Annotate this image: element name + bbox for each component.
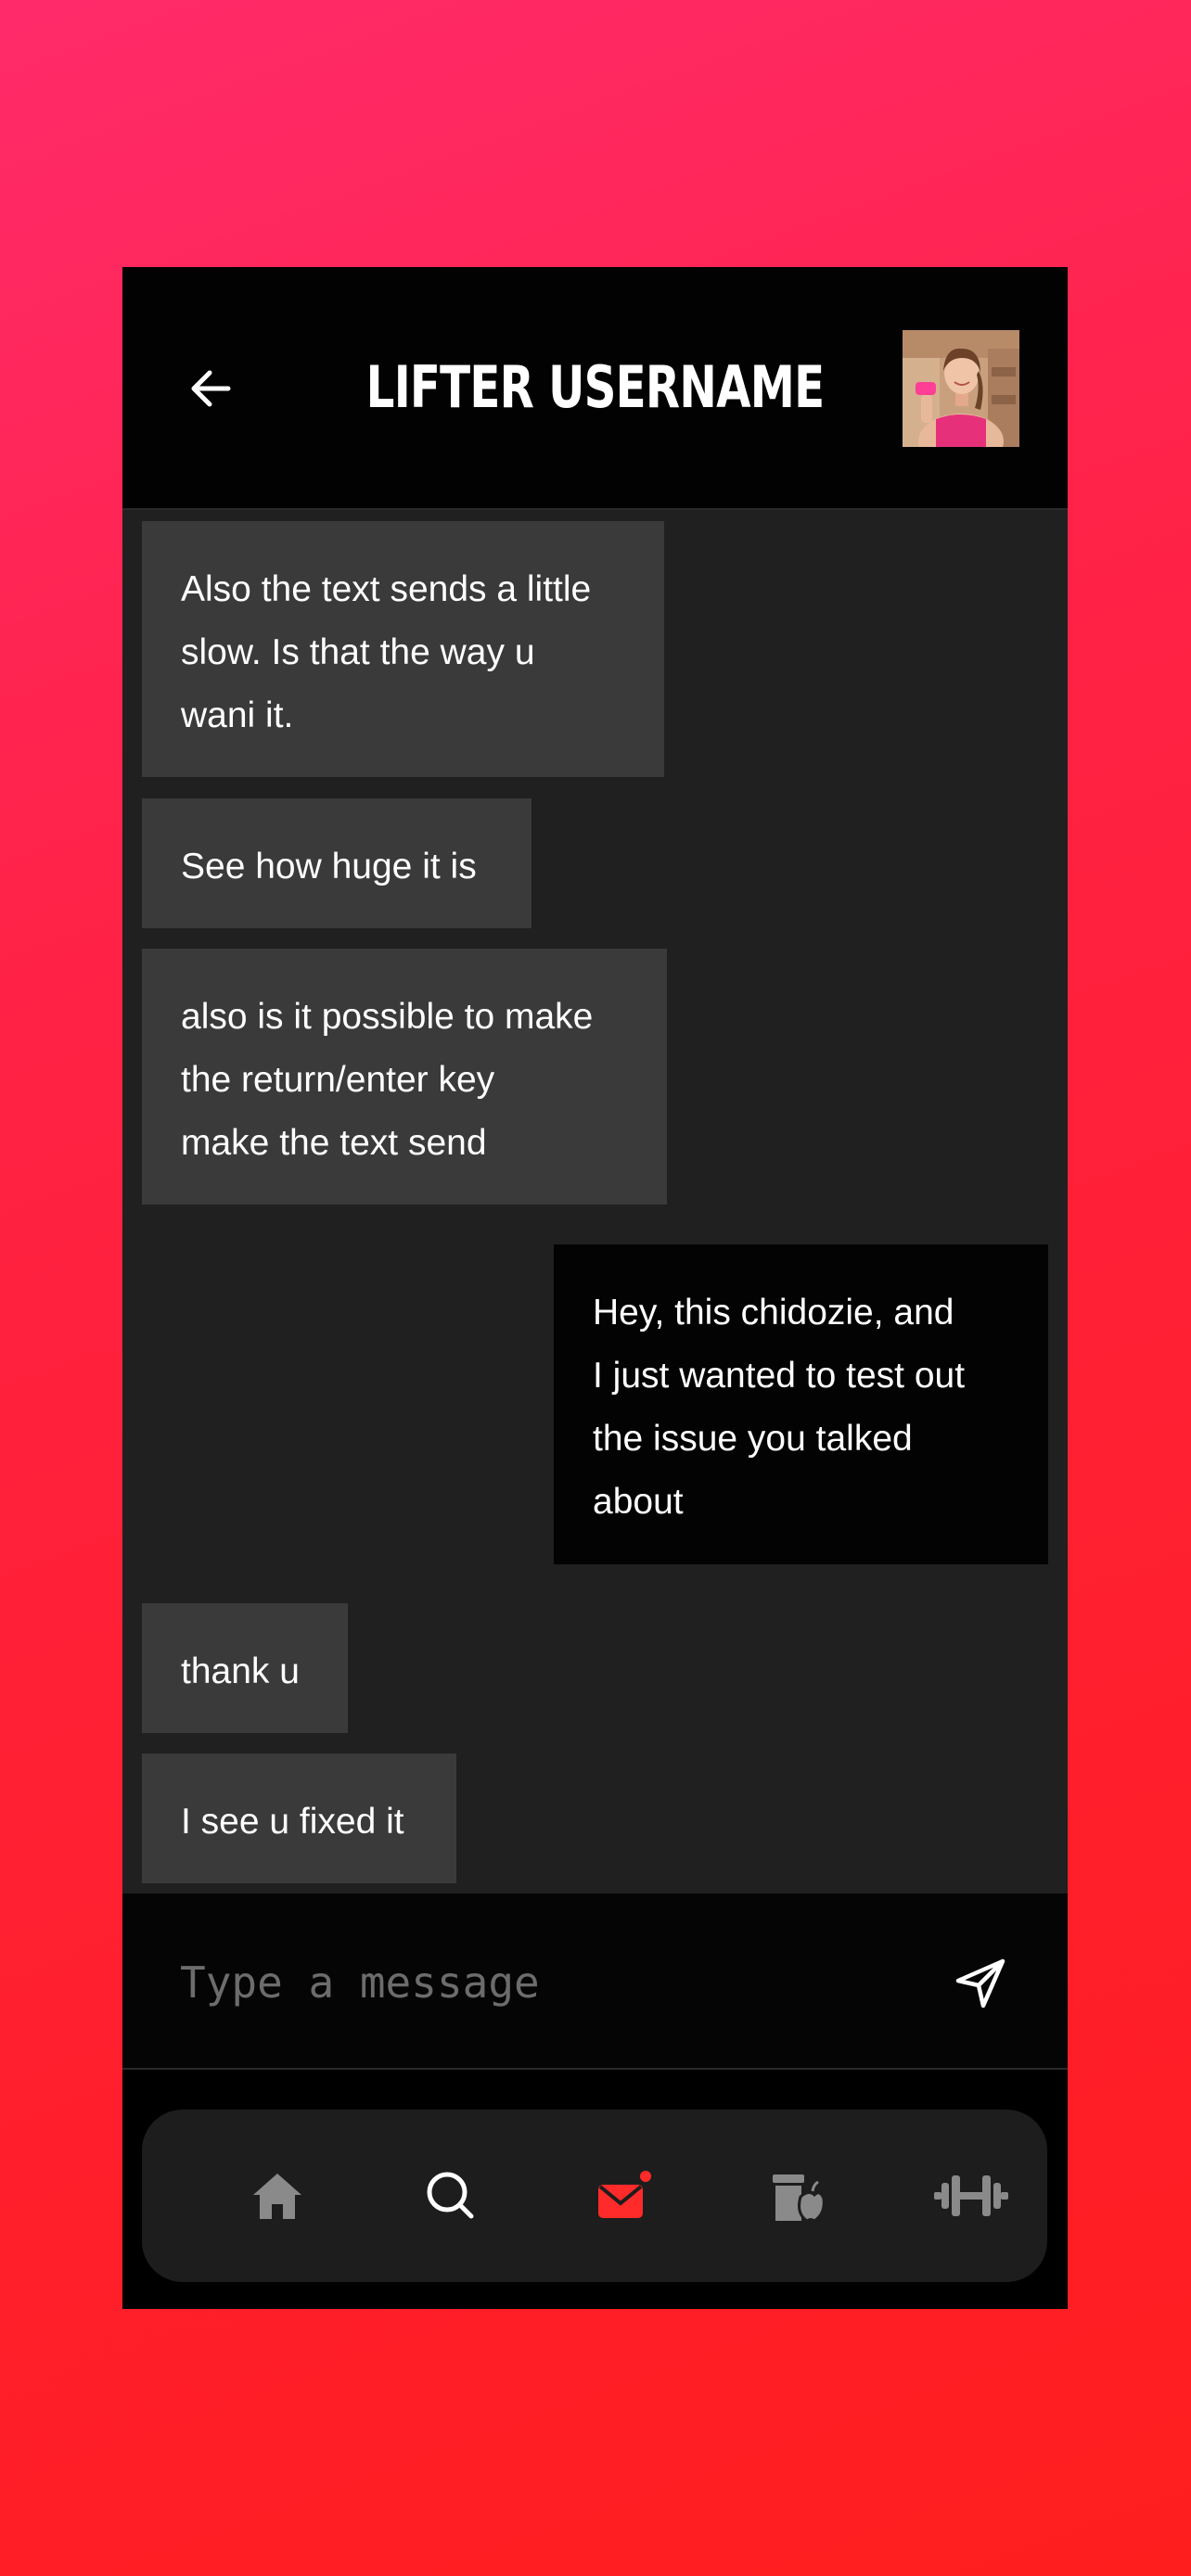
nutrition-icon [773, 2174, 826, 2223]
notification-dot [640, 2171, 651, 2182]
home-icon [253, 2174, 301, 2219]
avatar[interactable] [903, 330, 1019, 447]
chat-header: LIFTER USERNAME [122, 267, 1068, 510]
tab-workouts[interactable] [925, 2149, 1018, 2242]
dumbbell-icon [934, 2175, 1008, 2216]
bottom-tab-bar [142, 2110, 1047, 2282]
message-composer [122, 1894, 1068, 2070]
tab-search[interactable] [404, 2149, 497, 2242]
phone-screen: LIFTER USERNAME Also the text sends a li… [122, 267, 1068, 2309]
message-bubble-incoming: thank u [142, 1603, 348, 1733]
message-list[interactable]: Also the text sends a little slow. Is th… [122, 510, 1068, 1894]
message-bubble-incoming: See how huge it is [142, 798, 531, 928]
message-input[interactable] [178, 1940, 905, 2025]
send-icon [955, 1958, 1005, 2009]
message-bubble-incoming: also is it possible to make the return/e… [142, 949, 667, 1205]
search-icon [427, 2172, 474, 2219]
message-bubble-outgoing: Hey, this chidozie, and I just wanted to… [554, 1244, 1048, 1564]
mail-icon [598, 2171, 651, 2218]
tab-home[interactable] [231, 2149, 324, 2242]
profile-photo [903, 330, 1019, 447]
message-bubble-incoming: Also the text sends a little slow. Is th… [142, 521, 664, 777]
tab-nutrition[interactable] [751, 2149, 844, 2242]
message-bubble-incoming: I see u fixed it [142, 1753, 456, 1883]
send-button[interactable] [939, 1942, 1022, 2025]
tab-messages[interactable] [578, 2149, 671, 2242]
page-title: LIFTER USERNAME [365, 353, 825, 421]
